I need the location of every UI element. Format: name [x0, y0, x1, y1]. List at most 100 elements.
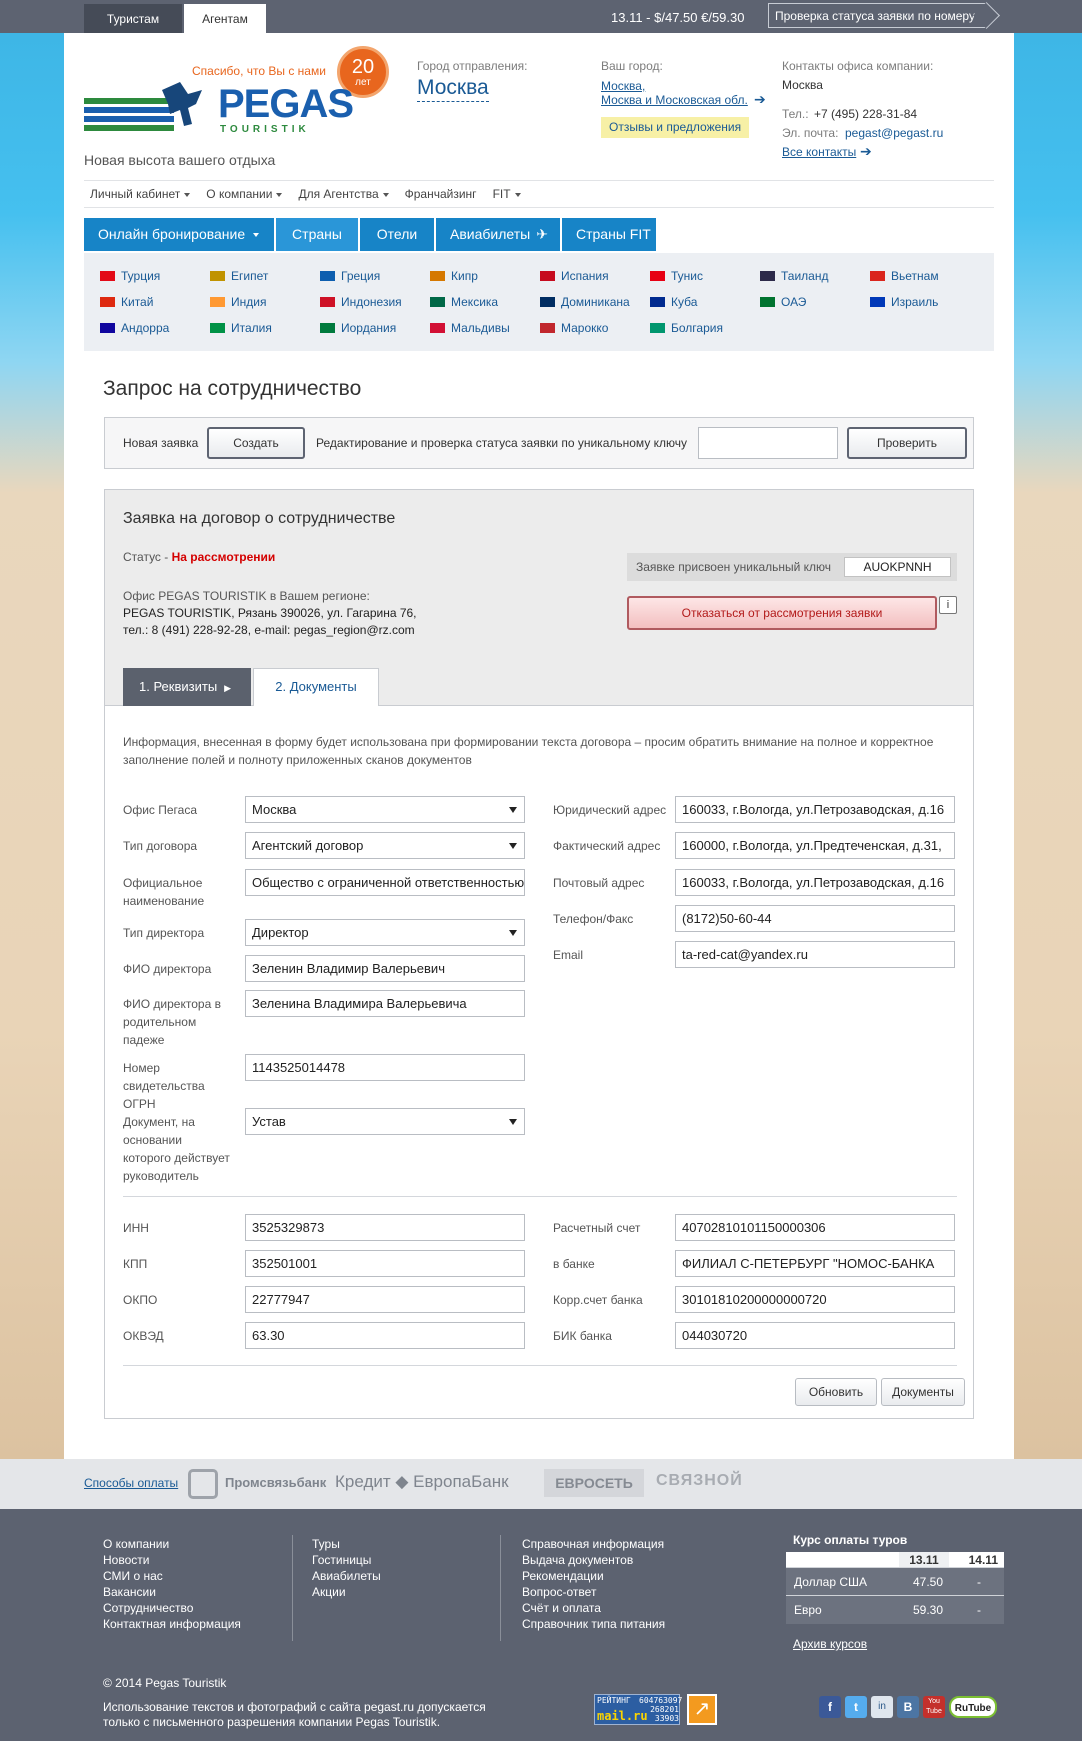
status-check-button[interactable]: Проверка статуса заявки по номеру	[768, 3, 986, 28]
nav-flights[interactable]: Авиабилеты ✈	[436, 218, 560, 251]
country-link[interactable]: ОАЭ	[760, 295, 806, 309]
nav-online-booking[interactable]: Онлайн бронирование	[84, 218, 274, 251]
facebook-icon[interactable]: f	[819, 1696, 841, 1718]
tab-agents[interactable]: Агентам	[184, 4, 266, 33]
country-link[interactable]: Тунис	[650, 269, 703, 283]
text-field[interactable]: 044030720	[675, 1322, 955, 1349]
twitter-icon[interactable]: t	[845, 1696, 867, 1718]
unique-key-input[interactable]	[698, 427, 838, 459]
footer-link[interactable]: Новости	[103, 1552, 241, 1568]
all-contacts-link[interactable]: Все контакты	[782, 145, 856, 159]
text-field[interactable]: ta-red-cat@yandex.ru	[675, 941, 955, 968]
nav-franchise[interactable]: Франчайзинг	[405, 187, 477, 201]
text-field[interactable]: ФИЛИАЛ С-ПЕТЕРБУРГ "НОМОС-БАНКА	[675, 1250, 955, 1277]
country-link[interactable]: Израиль	[870, 295, 938, 309]
footer-link[interactable]: Контактная информация	[103, 1616, 241, 1632]
footer-link[interactable]: Вакансии	[103, 1584, 241, 1600]
select-field[interactable]: Москва	[245, 796, 525, 823]
tab-tourists[interactable]: Туристам	[84, 4, 182, 33]
country-link[interactable]: Египет	[210, 269, 268, 283]
check-button[interactable]: Проверить	[847, 427, 967, 459]
footer-link[interactable]: Рекомендации	[522, 1568, 665, 1584]
country-link[interactable]: Италия	[210, 321, 272, 335]
livejournal-icon[interactable]: in	[871, 1696, 893, 1718]
nav-countries[interactable]: Страны	[276, 218, 358, 251]
footer-link[interactable]: Справочная информация	[522, 1536, 665, 1552]
footer-link[interactable]: Туры	[312, 1536, 381, 1552]
text-field[interactable]: 352501001	[245, 1250, 525, 1277]
footer-link[interactable]: Справочник типа питания	[522, 1616, 665, 1632]
youtube-icon[interactable]: You Tube	[923, 1696, 945, 1718]
mailru-counter[interactable]: РЕЙТИНГ mail.ru 604763097 268201 33903	[594, 1694, 682, 1725]
text-field[interactable]: 22777947	[245, 1286, 525, 1313]
text-field[interactable]: 160033, г.Вологда, ул.Петрозаводская, д.…	[675, 869, 955, 896]
country-link[interactable]: Болгария	[650, 321, 723, 335]
country-link[interactable]: Мексика	[430, 295, 498, 309]
country-link[interactable]: Испания	[540, 269, 609, 283]
vkontakte-icon[interactable]: B	[897, 1696, 919, 1718]
departure-city[interactable]: Москва	[417, 75, 489, 102]
documents-button[interactable]: Документы	[881, 1378, 965, 1406]
footer-link[interactable]: О компании	[103, 1536, 241, 1552]
create-button[interactable]: Создать	[207, 427, 305, 459]
text-field[interactable]: Общество с ограниченной ответственностью	[245, 869, 525, 896]
text-field[interactable]: 3525329873	[245, 1214, 525, 1241]
text-field[interactable]: 160000, г.Вологда, ул.Предтеченская, д.3…	[675, 832, 955, 859]
nav-personal-cabinet[interactable]: Личный кабинет	[90, 187, 191, 201]
country-link[interactable]: Индия	[210, 295, 266, 309]
country-link[interactable]: Доминикана	[540, 295, 630, 309]
footer-link[interactable]: Авиабилеты	[312, 1568, 381, 1584]
flag-icon	[540, 271, 555, 281]
country-link[interactable]: Вьетнам	[870, 269, 939, 283]
nav-about[interactable]: О компании	[206, 187, 283, 201]
country-link[interactable]: Кипр	[430, 269, 478, 283]
nav-fit[interactable]: FIT	[493, 187, 521, 201]
text-field[interactable]: 1143525014478	[245, 1054, 525, 1081]
liveinternet-counter[interactable]: ↗	[687, 1694, 717, 1725]
info-button[interactable]: i	[939, 596, 957, 614]
your-region-link[interactable]: Москва и Московская обл.	[601, 93, 748, 107]
footer-link[interactable]: Гостиницы	[312, 1552, 381, 1568]
field-label: Корр.счет банка	[553, 1293, 643, 1307]
tab-requisites[interactable]: 1. Реквизиты ▶	[123, 668, 251, 706]
select-field[interactable]: Устав	[245, 1108, 525, 1135]
footer-link[interactable]: Счёт и оплата	[522, 1600, 665, 1616]
text-field[interactable]: 30101810200000000720	[675, 1286, 955, 1313]
rates-archive-link[interactable]: Архив курсов	[793, 1637, 867, 1651]
rutube-icon[interactable]: RuTube	[949, 1696, 997, 1718]
nav-for-agency[interactable]: Для Агентства	[298, 187, 389, 201]
country-link[interactable]: Турция	[100, 269, 160, 283]
footer-link[interactable]: СМИ о нас	[103, 1568, 241, 1584]
feedback-button[interactable]: Отзывы и предложения	[601, 117, 750, 138]
text-field[interactable]: 63.30	[245, 1322, 525, 1349]
tab-documents[interactable]: 2. Документы	[253, 668, 379, 706]
country-link[interactable]: Китай	[100, 295, 153, 309]
nav-hotels[interactable]: Отели	[360, 218, 434, 251]
text-field[interactable]: Зеленина Владимира Валерьевича	[245, 990, 525, 1017]
footer-link[interactable]: Сотрудничество	[103, 1600, 241, 1616]
country-link[interactable]: Иордания	[320, 321, 396, 335]
country-link[interactable]: Индонезия	[320, 295, 402, 309]
country-link[interactable]: Таиланд	[760, 269, 828, 283]
cancel-request-button[interactable]: Отказаться от рассмотрения заявки	[627, 596, 937, 630]
country-link[interactable]: Куба	[650, 295, 697, 309]
footer-link[interactable]: Акции	[312, 1584, 381, 1600]
text-field[interactable]: (8172)50-60-44	[675, 905, 955, 932]
text-field[interactable]: Зеленин Владимир Валерьевич	[245, 955, 525, 982]
select-field[interactable]: Агентский договор	[245, 832, 525, 859]
nav-countries-fit[interactable]: Страны FIT	[562, 218, 656, 251]
country-link[interactable]: Мальдивы	[430, 321, 510, 335]
footer-link[interactable]: Выдача документов	[522, 1552, 665, 1568]
payment-methods-link[interactable]: Способы оплаты	[84, 1476, 178, 1490]
update-button[interactable]: Обновить	[795, 1378, 877, 1406]
footer-link[interactable]: Вопрос-ответ	[522, 1584, 665, 1600]
country-link[interactable]: Греция	[320, 269, 380, 283]
text-field[interactable]: 160033, г.Вологда, ул.Петрозаводская, д.…	[675, 796, 955, 823]
text-field[interactable]: 40702810101150000306	[675, 1214, 955, 1241]
country-link[interactable]: Андорра	[100, 321, 169, 335]
select-field[interactable]: Директор	[245, 919, 525, 946]
your-city-link[interactable]: Москва,	[601, 79, 645, 93]
pegas-logo[interactable]: PEGAS TOURISTIK	[84, 80, 354, 146]
country-link[interactable]: Марокко	[540, 321, 608, 335]
email-link[interactable]: pegast@pegast.ru	[845, 126, 943, 140]
